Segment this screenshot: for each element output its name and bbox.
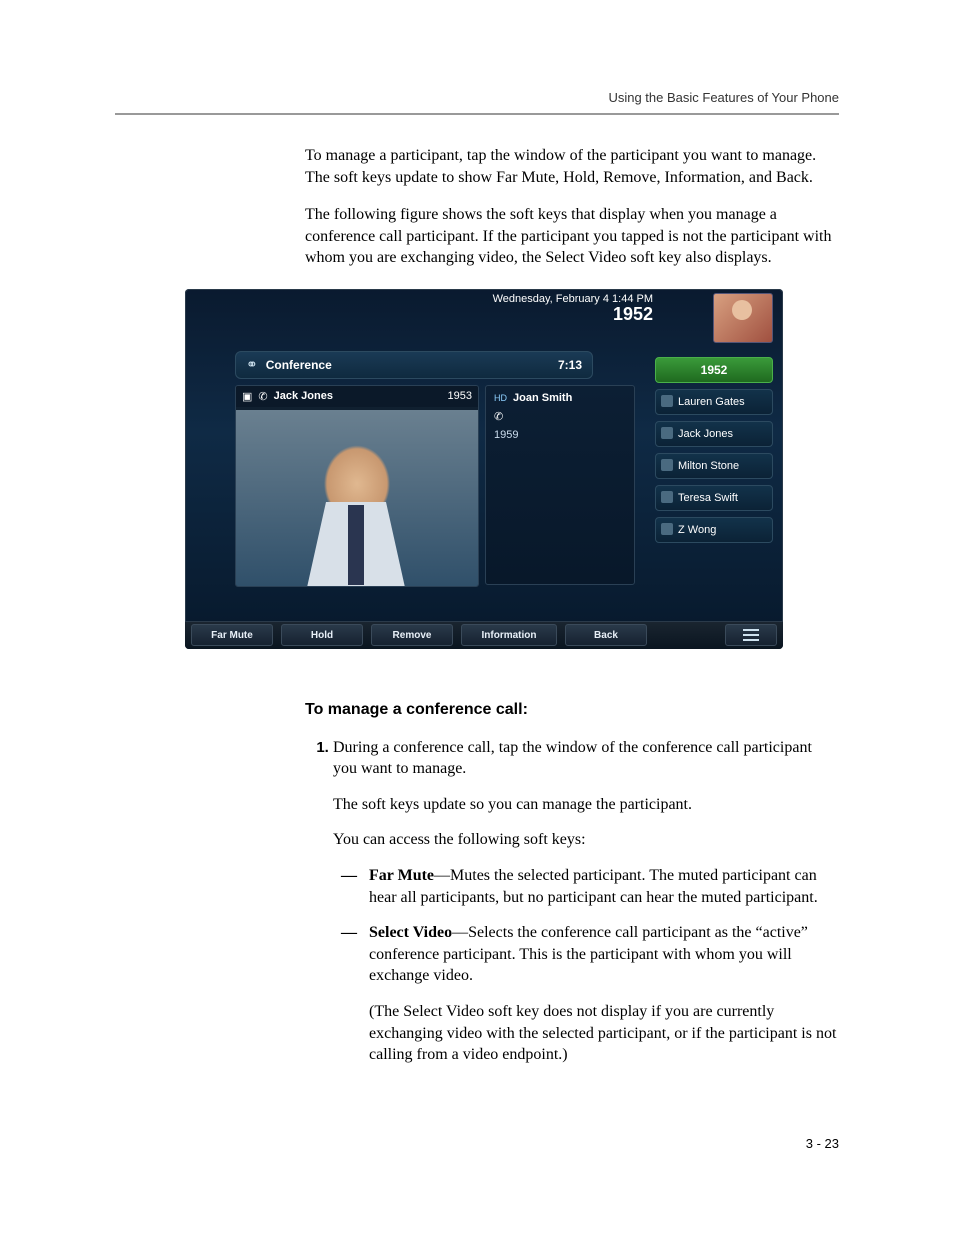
- step-1-text-a: During a conference call, tap the window…: [333, 737, 839, 780]
- step-1: During a conference call, tap the window…: [333, 737, 839, 1066]
- handset-icon: ✆: [258, 390, 267, 403]
- running-head: Using the Basic Features of Your Phone: [115, 90, 839, 105]
- contacts-sidebar: 1952 Lauren Gates Jack Jones Milton Ston…: [655, 357, 773, 543]
- bullet-far-mute: Far Mute—Mutes the selected participant.…: [341, 865, 839, 908]
- handset-icon: ✆: [494, 410, 503, 423]
- intro-paragraph-1: To manage a participant, tap the window …: [305, 145, 839, 188]
- phone-screenshot-figure: Wednesday, February 4 1:44 PM 1952 ⚭ Con…: [185, 289, 839, 649]
- sidebar-contact[interactable]: Teresa Swift: [655, 485, 773, 511]
- conference-timer: 7:13: [558, 358, 582, 372]
- sidebar-contact[interactable]: Lauren Gates: [655, 389, 773, 415]
- phone-screen: Wednesday, February 4 1:44 PM 1952 ⚭ Con…: [185, 289, 783, 649]
- participant-secondary-panel[interactable]: HD Joan Smith ✆ 1959: [485, 385, 635, 585]
- bullet-select-video-label: Select Video: [369, 924, 452, 941]
- conference-icon: ⚭: [246, 356, 258, 373]
- softkey-bar: Far Mute Hold Remove Information Back: [185, 621, 783, 649]
- status-extension: 1952: [493, 305, 653, 325]
- sidebar-contact[interactable]: Jack Jones: [655, 421, 773, 447]
- hd-icon: HD: [494, 393, 507, 403]
- participant-secondary-name: Joan Smith: [513, 392, 572, 404]
- softkey-back[interactable]: Back: [565, 624, 647, 646]
- page-number: 3 - 23: [115, 1136, 839, 1151]
- softkey-information[interactable]: Information: [461, 624, 557, 646]
- sidebar-active-line[interactable]: 1952: [655, 357, 773, 383]
- softkey-far-mute[interactable]: Far Mute: [191, 624, 273, 646]
- header-rule: [115, 113, 839, 115]
- sidebar-contact[interactable]: Z Wong: [655, 517, 773, 543]
- camera-icon: ▣: [242, 390, 252, 403]
- bullet-far-mute-text: —Mutes the selected participant. The mut…: [369, 867, 818, 906]
- participant-main-name: Jack Jones: [274, 390, 333, 402]
- intro-paragraph-2: The following figure shows the soft keys…: [305, 204, 839, 269]
- softkey-hold[interactable]: Hold: [281, 624, 363, 646]
- conference-title: Conference: [266, 358, 332, 372]
- menu-icon: [743, 629, 759, 641]
- self-view-thumbnail: [713, 293, 773, 343]
- procedure-heading: To manage a conference call:: [305, 699, 839, 721]
- step-1-text-c: You can access the following soft keys:: [333, 829, 839, 851]
- softkey-menu[interactable]: [725, 624, 777, 646]
- status-bar: Wednesday, February 4 1:44 PM 1952: [493, 293, 653, 325]
- participant-main-image: [236, 410, 478, 586]
- participant-secondary-ext: 1959: [494, 429, 626, 441]
- participant-main-video[interactable]: ▣ ✆ Jack Jones 1953: [235, 385, 479, 587]
- bullet-select-video-note: (The Select Video soft key does not disp…: [369, 1001, 839, 1066]
- bullet-far-mute-label: Far Mute: [369, 867, 434, 884]
- bullet-select-video: Select Video—Selects the conference call…: [341, 922, 839, 1066]
- participant-main-ext: 1953: [448, 390, 472, 402]
- softkey-remove[interactable]: Remove: [371, 624, 453, 646]
- step-1-text-b: The soft keys update so you can manage t…: [333, 794, 839, 816]
- sidebar-contact[interactable]: Milton Stone: [655, 453, 773, 479]
- conference-bar: ⚭ Conference 7:13: [235, 351, 593, 379]
